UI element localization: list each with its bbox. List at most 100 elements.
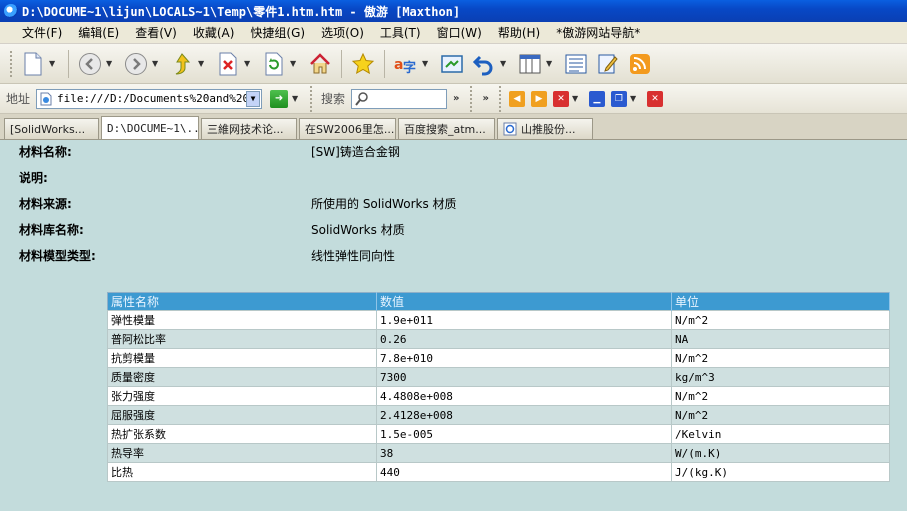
cell-unit: N/m^2 bbox=[671, 348, 890, 368]
next-tab-button[interactable]: ▶ bbox=[530, 90, 547, 107]
undo-arrow-icon bbox=[472, 55, 493, 75]
column-header-unit: 单位 bbox=[671, 292, 890, 311]
favorites-button[interactable] bbox=[349, 50, 377, 78]
translate-dropdown[interactable]: ▼ bbox=[422, 59, 432, 68]
search-overflow-chevron[interactable]: » bbox=[453, 93, 459, 104]
cell-unit: W/(m.K) bbox=[671, 443, 890, 463]
undo-dropdown[interactable]: ▼ bbox=[500, 59, 510, 68]
cell-unit: N/m^2 bbox=[671, 405, 890, 425]
new-page-button[interactable] bbox=[19, 50, 47, 78]
search-label: 搜索 bbox=[321, 92, 346, 106]
menu-window[interactable]: 窗口(W) bbox=[429, 24, 490, 41]
translate-icon: a字 bbox=[394, 57, 416, 76]
tab-baidu[interactable]: 百度搜索_atm... bbox=[398, 118, 495, 139]
page-icon bbox=[40, 92, 52, 105]
back-button[interactable] bbox=[76, 50, 104, 78]
tab-solidworks[interactable]: [SolidWorks... bbox=[4, 118, 99, 139]
search-toolbar-grip[interactable] bbox=[310, 85, 313, 112]
column-header-property: 属性名称 bbox=[107, 292, 377, 311]
cell-property: 热扩张系数 bbox=[107, 424, 377, 444]
home-button[interactable] bbox=[306, 50, 334, 78]
menu-groups[interactable]: 快捷组(G) bbox=[242, 24, 313, 41]
address-label: 地址 bbox=[6, 92, 31, 106]
menu-options[interactable]: 选项(O) bbox=[313, 24, 372, 41]
tab-sw2006[interactable]: 在SW2006里怎... bbox=[299, 118, 396, 139]
back-dropdown[interactable]: ▼ bbox=[106, 59, 116, 68]
menu-help[interactable]: 帮助(H) bbox=[490, 24, 548, 41]
up-dropdown[interactable]: ▼ bbox=[198, 59, 208, 68]
tab-toolbar-grip[interactable] bbox=[498, 85, 502, 112]
restore-dropdown[interactable]: ▼ bbox=[630, 94, 640, 103]
notes-button[interactable] bbox=[594, 50, 622, 78]
tab-local-file[interactable]: D:\DOCUME~1\... bbox=[101, 116, 199, 139]
material-model-value: 线性弹性同向性 bbox=[311, 249, 396, 263]
cell-property: 比热 bbox=[107, 462, 377, 482]
screen-capture-icon bbox=[441, 54, 463, 73]
refresh-button[interactable] bbox=[260, 50, 288, 78]
restore-button[interactable]: ❐ bbox=[610, 90, 627, 107]
menu-site-nav[interactable]: *傲游网站导航* bbox=[548, 24, 648, 41]
menu-view[interactable]: 查看(V) bbox=[127, 24, 185, 41]
column-header-value: 数值 bbox=[376, 292, 672, 311]
cell-unit: N/m^2 bbox=[671, 310, 890, 330]
forward-dropdown[interactable]: ▼ bbox=[152, 59, 162, 68]
tab-label: [SolidWorks... bbox=[10, 122, 86, 136]
go-arrow-icon: ➜ bbox=[274, 93, 284, 104]
close-window-button[interactable]: ✕ bbox=[646, 90, 663, 107]
material-model-label: 材料模型类型: bbox=[19, 249, 96, 263]
capture-button[interactable] bbox=[438, 50, 466, 78]
minimize-button[interactable]: ▁ bbox=[588, 90, 605, 107]
prev-tab-button[interactable]: ◀ bbox=[508, 90, 525, 107]
tools-overflow-chevron[interactable]: » bbox=[483, 93, 489, 104]
tab-label: D:\DOCUME~1\... bbox=[107, 121, 199, 135]
cell-property: 张力强度 bbox=[107, 386, 377, 406]
cell-property: 热导率 bbox=[107, 443, 377, 463]
close-tab-button[interactable]: ✕ bbox=[552, 90, 569, 107]
cell-value: 2.4128e+008 bbox=[376, 405, 672, 425]
stop-page-icon bbox=[219, 52, 237, 75]
tools-toolbar-grip[interactable] bbox=[469, 85, 473, 112]
go-dropdown[interactable]: ▼ bbox=[292, 94, 302, 103]
menu-file[interactable]: 文件(F) bbox=[14, 24, 70, 41]
toolbar-grip[interactable] bbox=[10, 50, 13, 77]
cell-unit: kg/m^3 bbox=[671, 367, 890, 387]
search-input[interactable] bbox=[351, 88, 448, 109]
table-body: 弹性模量 1.9e+011 N/m^2 普阿松比率 0.26 NA 抗剪模量 7.8e+010… bbox=[107, 310, 890, 482]
cell-property: 抗剪模量 bbox=[107, 348, 377, 368]
table-row: 热扩张系数 1.5e-005/Kelvin bbox=[107, 424, 890, 444]
table-row: 热导率 38 W/(m.K) bbox=[107, 443, 890, 463]
sidebar-toggle-button[interactable] bbox=[562, 50, 590, 78]
stop-button[interactable] bbox=[214, 50, 242, 78]
close-window-icon: ✕ bbox=[651, 93, 659, 104]
tab-strip: [SolidWorks... D:\DOCUME~1\... 三維网技术论...… bbox=[0, 114, 907, 140]
tab-shantui[interactable]: 山推股份... bbox=[497, 118, 593, 139]
menu-favorites[interactable]: 收藏(A) bbox=[185, 24, 243, 41]
up-button[interactable] bbox=[168, 50, 196, 78]
go-button[interactable]: ➜ bbox=[270, 89, 289, 108]
rss-feed-icon bbox=[630, 53, 650, 74]
cell-value: 440 bbox=[376, 462, 672, 482]
close-tab-dropdown[interactable]: ▼ bbox=[572, 94, 582, 103]
undo-close-button[interactable] bbox=[470, 50, 498, 78]
menu-tools[interactable]: 工具(T) bbox=[372, 24, 429, 41]
address-dropdown-button[interactable]: ▼ bbox=[246, 90, 261, 107]
columns-dropdown[interactable]: ▼ bbox=[546, 59, 556, 68]
menu-edit[interactable]: 编辑(E) bbox=[70, 24, 127, 41]
refresh-dropdown[interactable]: ▼ bbox=[290, 59, 300, 68]
tab-forum[interactable]: 三維网技术论... bbox=[201, 118, 297, 139]
rss-button[interactable] bbox=[626, 50, 654, 78]
up-arrow-icon bbox=[175, 52, 191, 74]
new-page-dropdown[interactable]: ▼ bbox=[49, 59, 59, 68]
cell-value: 7.8e+010 bbox=[376, 348, 672, 368]
tab-label: 在SW2006里怎... bbox=[305, 123, 395, 136]
tab-label: 三維网技术论... bbox=[207, 123, 284, 136]
svg-text:字: 字 bbox=[403, 60, 416, 76]
stop-dropdown[interactable]: ▼ bbox=[244, 59, 254, 68]
material-source-label: 材料来源: bbox=[19, 197, 72, 211]
back-arrow-icon bbox=[79, 52, 101, 75]
forward-button[interactable] bbox=[122, 50, 150, 78]
translate-button[interactable]: a字 bbox=[392, 50, 420, 78]
material-source-value: 所使用的 SolidWorks 材质 bbox=[311, 197, 457, 211]
address-input[interactable]: file:///D:/Documents%20and%20Se ▼ bbox=[36, 88, 263, 109]
columns-button[interactable] bbox=[516, 50, 544, 78]
